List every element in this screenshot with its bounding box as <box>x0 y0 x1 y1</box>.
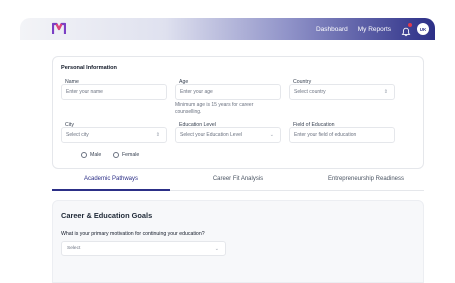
education-level-select[interactable]: Select your Education Level ⌄ <box>175 127 281 143</box>
gender-male-label: Male <box>90 152 102 158</box>
chevron-down-icon: ⌄ <box>214 246 219 252</box>
app-window: Dashboard My Reports UK Personal Informa… <box>20 0 435 283</box>
field-of-education-input[interactable]: Enter your field of education <box>289 127 395 143</box>
notification-bell-icon[interactable] <box>401 23 412 37</box>
age-hint: Minimum age is 15 years for career couns… <box>175 102 254 115</box>
nav-my-reports[interactable]: My Reports <box>358 26 391 33</box>
city-select[interactable]: Select city ⇕ <box>61 127 167 143</box>
active-tab-indicator <box>52 189 170 191</box>
assessment-tabs: Academic Pathways Career Fit Analysis En… <box>52 176 424 192</box>
education-level-placeholder: Select your Education Level <box>180 132 242 138</box>
radio-circle-icon <box>113 152 119 158</box>
career-goals-section: Career & Education Goals What is your pr… <box>52 200 424 283</box>
brand-logo-icon[interactable] <box>52 21 66 37</box>
gender-female-radio[interactable]: Female <box>113 152 139 158</box>
user-avatar[interactable]: UK <box>417 23 429 35</box>
chevron-updown-icon: ⇕ <box>383 89 388 95</box>
career-goals-title: Career & Education Goals <box>61 211 153 220</box>
motivation-question: What is your primary motivation for cont… <box>61 231 205 237</box>
motivation-select-value: Select <box>67 246 81 251</box>
name-placeholder: Enter your name <box>66 89 103 95</box>
age-input[interactable]: Enter your age <box>175 84 281 100</box>
chevron-updown-icon: ⇕ <box>155 132 160 138</box>
chevron-down-icon: ⌄ <box>269 132 274 138</box>
top-navbar: Dashboard My Reports UK <box>20 18 435 40</box>
personal-info-title: Personal Information <box>61 65 117 71</box>
personal-info-card: Personal Information Name Enter your nam… <box>52 56 424 169</box>
gender-female-label: Female <box>122 152 140 158</box>
radio-circle-icon <box>81 152 87 158</box>
country-placeholder: Select country <box>294 89 326 95</box>
age-placeholder: Enter your age <box>180 89 213 95</box>
country-select[interactable]: Select country ⇕ <box>289 84 395 100</box>
notification-dot <box>408 23 412 27</box>
gender-male-radio[interactable]: Male <box>81 152 101 158</box>
field-of-education-placeholder: Enter your field of education <box>294 132 357 138</box>
nav-dashboard[interactable]: Dashboard <box>316 26 348 33</box>
city-placeholder: Select city <box>66 132 89 138</box>
top-nav: Dashboard My Reports UK <box>316 18 435 40</box>
motivation-select[interactable]: Select ⌄ <box>61 241 226 256</box>
name-input[interactable]: Enter your name <box>61 84 167 100</box>
